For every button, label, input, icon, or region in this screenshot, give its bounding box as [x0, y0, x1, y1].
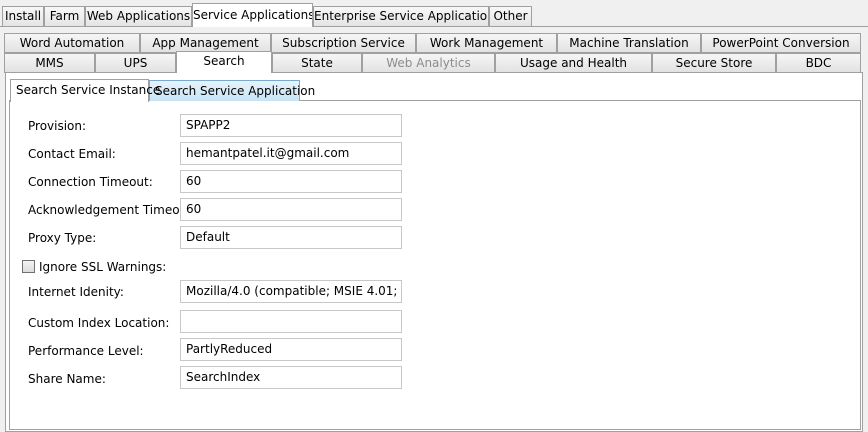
tab-search[interactable]: Search	[176, 51, 272, 73]
tab-machine-translation[interactable]: Machine Translation	[557, 33, 701, 53]
tab-subscription-service[interactable]: Subscription Service	[271, 33, 416, 53]
internet-identity-label: Internet Idenity:	[28, 285, 124, 299]
tab-mms[interactable]: MMS	[4, 53, 95, 73]
tab-other[interactable]: Other	[489, 6, 532, 26]
contact-email-label: Contact Email:	[28, 147, 116, 161]
tab-bdc[interactable]: BDC	[776, 53, 861, 73]
ignore-ssl-checkbox[interactable]	[22, 260, 35, 273]
tab-search-service-application[interactable]: Search Service Application	[149, 80, 315, 101]
tab-strip-divider	[0, 26, 868, 27]
acknowledgement-timeout-field[interactable]: 60	[180, 198, 402, 221]
tab-word-automation[interactable]: Word Automation	[4, 33, 140, 53]
custom-index-location-field[interactable]	[180, 310, 402, 333]
tab-app-management[interactable]: App Management	[140, 33, 271, 53]
tab-web-applications[interactable]: Web Applications	[85, 6, 192, 26]
custom-index-location-label: Custom Index Location:	[28, 316, 170, 330]
ignore-ssl-label: Ignore SSL Warnings:	[39, 260, 167, 274]
tab-farm[interactable]: Farm	[44, 6, 85, 26]
acknowledgement-timeout-label: Acknowledgement Timeout:	[28, 203, 196, 217]
contact-email-field[interactable]: hemantpatel.it@gmail.com	[180, 142, 402, 165]
provision-field[interactable]: SPAPP2	[180, 114, 402, 137]
tab-ups[interactable]: UPS	[95, 53, 176, 73]
tab-secure-store[interactable]: Secure Store	[652, 53, 776, 73]
connection-timeout-field[interactable]: 60	[180, 170, 402, 193]
proxy-type-label: Proxy Type:	[28, 231, 97, 245]
connection-timeout-label: Connection Timeout:	[28, 175, 153, 189]
share-name-field[interactable]: SearchIndex	[180, 366, 402, 389]
tab-usage-and-health[interactable]: Usage and Health	[495, 53, 652, 73]
tab-web-analytics[interactable]: Web Analytics	[362, 53, 495, 73]
performance-level-field[interactable]: PartlyReduced	[180, 338, 402, 361]
tab-state[interactable]: State	[272, 53, 362, 73]
tab-search-service-instance[interactable]: Search Service Instance	[10, 79, 160, 102]
tab-install[interactable]: Install	[2, 6, 44, 26]
tab-enterprise-service-applications[interactable]: Enterprise Service Applications	[313, 6, 489, 26]
tab-service-applications[interactable]: Service Applications	[192, 3, 313, 27]
performance-level-label: Performance Level:	[28, 344, 144, 358]
tab-work-management[interactable]: Work Management	[416, 33, 557, 53]
provision-label: Provision:	[28, 119, 87, 133]
internet-identity-field[interactable]: Mozilla/4.0 (compatible; MSIE 4.01; Wind…	[180, 280, 402, 303]
proxy-type-field[interactable]: Default	[180, 226, 402, 249]
tab-powerpoint-conversion[interactable]: PowerPoint Conversion	[701, 33, 861, 53]
share-name-label: Share Name:	[28, 372, 106, 386]
